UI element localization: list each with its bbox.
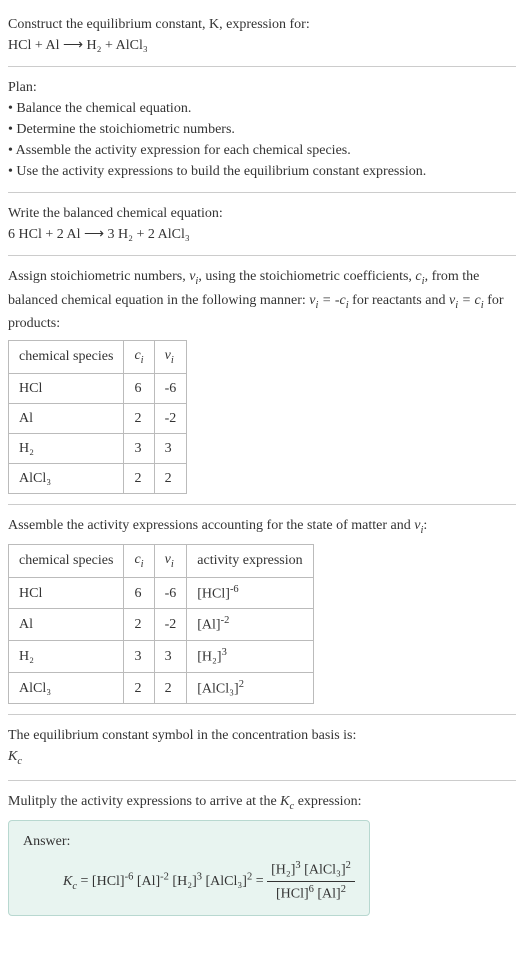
cell-expr: [AlCl₃]2 <box>187 672 313 704</box>
divider <box>8 714 516 715</box>
divider <box>8 780 516 781</box>
cell-species: AlCl₃ <box>9 463 124 493</box>
cell-ci: 6 <box>124 373 154 403</box>
symbol-kc: Kc <box>8 749 22 764</box>
table-header-row: chemical species ci νi <box>9 341 187 374</box>
table-row: HCl 6 -6 [HCl]-6 <box>9 577 314 609</box>
cell-ci: 6 <box>124 577 154 609</box>
cell-vi: 2 <box>154 463 187 493</box>
plan-section: Plan: • Balance the chemical equation. •… <box>8 77 516 182</box>
plan-item: • Determine the stoichiometric numbers. <box>8 122 235 137</box>
plan-title: Plan: <box>8 80 37 95</box>
cell-ci: 2 <box>124 463 154 493</box>
th-vi: νi <box>154 545 187 578</box>
divider <box>8 504 516 505</box>
table-row: AlCl₃ 2 2 <box>9 463 187 493</box>
table-row: H₂ 3 3 [H₂]3 <box>9 641 314 673</box>
th-expr: activity expression <box>187 545 313 578</box>
stoich-intro: Assign stoichiometric numbers, νi, using… <box>8 269 504 331</box>
table-row: Al 2 -2 [Al]-2 <box>9 609 314 641</box>
cell-ci: 2 <box>124 609 154 641</box>
cell-vi: -6 <box>154 373 187 403</box>
header-section: Construct the equilibrium constant, K, e… <box>8 14 516 56</box>
th-ci: ci <box>124 341 154 374</box>
fraction-denominator: [HCl]6 [Al]2 <box>267 882 355 905</box>
cell-vi: -2 <box>154 609 187 641</box>
cell-species: H₂ <box>9 433 124 463</box>
table-row: H₂ 3 3 <box>9 433 187 463</box>
plan-item: • Use the activity expressions to build … <box>8 164 426 179</box>
activity-table: chemical species ci νi activity expressi… <box>8 544 314 704</box>
table-row: HCl 6 -6 <box>9 373 187 403</box>
cell-vi: 2 <box>154 672 187 704</box>
cell-expr: [HCl]-6 <box>187 577 313 609</box>
multiply-intro: Mulitply the activity expressions to arr… <box>8 794 361 809</box>
table-header-row: chemical species ci νi activity expressi… <box>9 545 314 578</box>
stoich-table: chemical species ci νi HCl 6 -6 Al 2 -2 … <box>8 340 187 494</box>
fraction: [H₂]3 [AlCl₃]2 [HCl]6 [Al]2 <box>267 858 355 904</box>
table-row: AlCl₃ 2 2 [AlCl₃]2 <box>9 672 314 704</box>
plan-item: • Assemble the activity expression for e… <box>8 143 351 158</box>
divider <box>8 192 516 193</box>
cell-ci: 2 <box>124 403 154 433</box>
title-line1: Construct the equilibrium constant, K, e… <box>8 17 310 32</box>
cell-vi: 3 <box>154 433 187 463</box>
table-row: Al 2 -2 <box>9 403 187 433</box>
th-species: chemical species <box>9 341 124 374</box>
cell-vi: -2 <box>154 403 187 433</box>
cell-expr: [Al]-2 <box>187 609 313 641</box>
balanced-equation: 6 HCl + 2 Al ⟶ 3 H₂ + 2 AlCl₃ <box>8 227 190 242</box>
cell-species: HCl <box>9 373 124 403</box>
cell-species: HCl <box>9 577 124 609</box>
plan-item: • Balance the chemical equation. <box>8 101 191 116</box>
cell-ci: 2 <box>124 672 154 704</box>
th-species: chemical species <box>9 545 124 578</box>
cell-vi: 3 <box>154 641 187 673</box>
cell-ci: 3 <box>124 641 154 673</box>
divider <box>8 66 516 67</box>
cell-expr: [H₂]3 <box>187 641 313 673</box>
answer-label: Answer: <box>23 834 70 849</box>
cell-vi: -6 <box>154 577 187 609</box>
cell-species: Al <box>9 403 124 433</box>
answer-equation: Kc = [HCl]-6 [Al]-2 [H₂]3 [AlCl₃]2 = [H₂… <box>63 858 355 904</box>
header-equation: HCl + Al ⟶ H₂ + AlCl₃ <box>8 38 148 53</box>
answer-box: Answer: Kc = [HCl]-6 [Al]-2 [H₂]3 [AlCl₃… <box>8 820 370 915</box>
th-vi: νi <box>154 341 187 374</box>
balanced-section: Write the balanced chemical equation: 6 … <box>8 203 516 245</box>
stoich-section: Assign stoichiometric numbers, νi, using… <box>8 266 516 494</box>
fraction-numerator: [H₂]3 [AlCl₃]2 <box>267 858 355 882</box>
cell-species: Al <box>9 609 124 641</box>
activity-intro: Assemble the activity expressions accoun… <box>8 518 427 533</box>
activity-section: Assemble the activity expressions accoun… <box>8 515 516 705</box>
balanced-title: Write the balanced chemical equation: <box>8 206 223 221</box>
cell-ci: 3 <box>124 433 154 463</box>
th-ci: ci <box>124 545 154 578</box>
symbol-section: The equilibrium constant symbol in the c… <box>8 725 516 770</box>
multiply-section: Mulitply the activity expressions to arr… <box>8 791 516 916</box>
divider <box>8 255 516 256</box>
cell-species: AlCl₃ <box>9 672 124 704</box>
symbol-line1: The equilibrium constant symbol in the c… <box>8 728 356 743</box>
cell-species: H₂ <box>9 641 124 673</box>
